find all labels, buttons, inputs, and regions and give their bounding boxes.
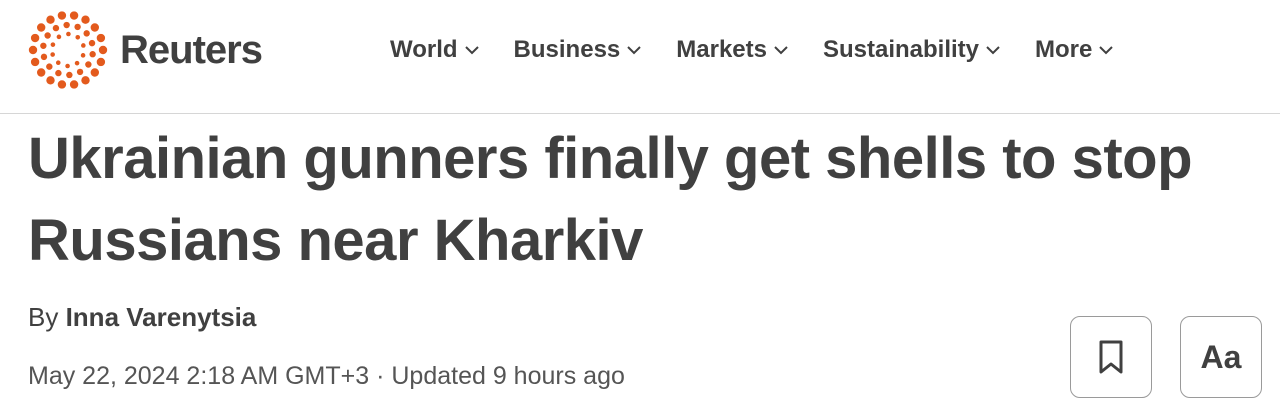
logo-dot [74, 60, 80, 66]
logo-dot [40, 42, 47, 49]
logo-dot [63, 21, 70, 29]
logo-dot [80, 53, 86, 58]
logo-dot [96, 33, 106, 43]
nav-item-markets[interactable]: Markets [676, 36, 789, 64]
reuters-logo-icon [28, 11, 108, 89]
logo-dot [56, 34, 62, 40]
logo-dot [46, 63, 53, 70]
logo-dot [69, 11, 79, 20]
nav-item-business[interactable]: Business [514, 36, 643, 64]
logo-dot [40, 53, 48, 61]
logo-dot [81, 76, 90, 85]
logo-dot [30, 57, 40, 67]
logo-dot [88, 39, 96, 47]
logo-dot [30, 33, 40, 43]
chevron-down-icon [464, 46, 479, 55]
nav-item-sustainability[interactable]: Sustainability [823, 36, 1001, 64]
logo-wordmark: Reuters [120, 27, 263, 72]
logo-dot [28, 45, 38, 55]
chevron-down-icon [986, 46, 1000, 55]
logo-dot [36, 68, 46, 77]
byline-prefix: By [28, 302, 59, 332]
logo-dot [75, 35, 81, 40]
chevron-down-icon [1099, 46, 1114, 55]
nav-item-world[interactable]: World [390, 36, 480, 64]
nav-item-label: More [1035, 36, 1093, 63]
logo-dot [83, 30, 90, 37]
nav-item-label: World [390, 36, 458, 63]
logo-dot [52, 24, 60, 32]
nav-item-label: Sustainability [822, 36, 980, 63]
logo-dot [85, 61, 92, 68]
chevron-down-icon [627, 46, 641, 55]
article-dateline: May 22, 2024 2:18 AM GMT+3 · Updated 9 h… [28, 362, 625, 390]
logo-dot [44, 32, 51, 39]
logo-dot [46, 76, 55, 85]
logo-dot [76, 68, 84, 76]
logo-dot [81, 43, 86, 48]
logo-dot [36, 23, 46, 32]
logo-dot [66, 31, 71, 37]
logo-dot [65, 63, 70, 69]
main-nav: World Business Markets Sustainability Mo… [390, 28, 1148, 72]
site-header: Reuters World Business Markets Sustainab… [0, 0, 1280, 114]
byline: By Inna Varenytsia [28, 302, 256, 333]
logo-dot [55, 69, 62, 77]
logo-dot [74, 23, 81, 31]
logo-dot [81, 15, 90, 24]
logo-dot [50, 52, 55, 57]
nav-item-label: Business [513, 36, 621, 63]
logo-dot [57, 80, 67, 89]
article-headline: Ukrainian gunners finally get shells to … [28, 126, 1193, 273]
nav-item-more[interactable]: More [1035, 36, 1114, 64]
nav-item-label: Markets [676, 36, 767, 63]
logo-dot [96, 57, 106, 67]
logo-dot [66, 71, 73, 79]
logo-dot [46, 15, 55, 24]
logo-dot [90, 68, 100, 77]
logo-dot [69, 80, 79, 89]
logo-dot [55, 60, 61, 65]
chevron-down-icon [774, 46, 788, 55]
logo-dot [50, 42, 56, 47]
bookmark-button[interactable] [1070, 316, 1152, 398]
text-size-button[interactable]: Aa [1180, 316, 1262, 398]
logo-dot [98, 45, 108, 55]
logo-dot [90, 23, 100, 32]
reuters-logo[interactable]: Reuters [28, 10, 263, 90]
logo-dot [57, 11, 67, 20]
author-link[interactable]: Inna Varenytsia [66, 302, 257, 332]
logo-dot [89, 51, 96, 58]
bookmark-icon [1099, 340, 1123, 374]
